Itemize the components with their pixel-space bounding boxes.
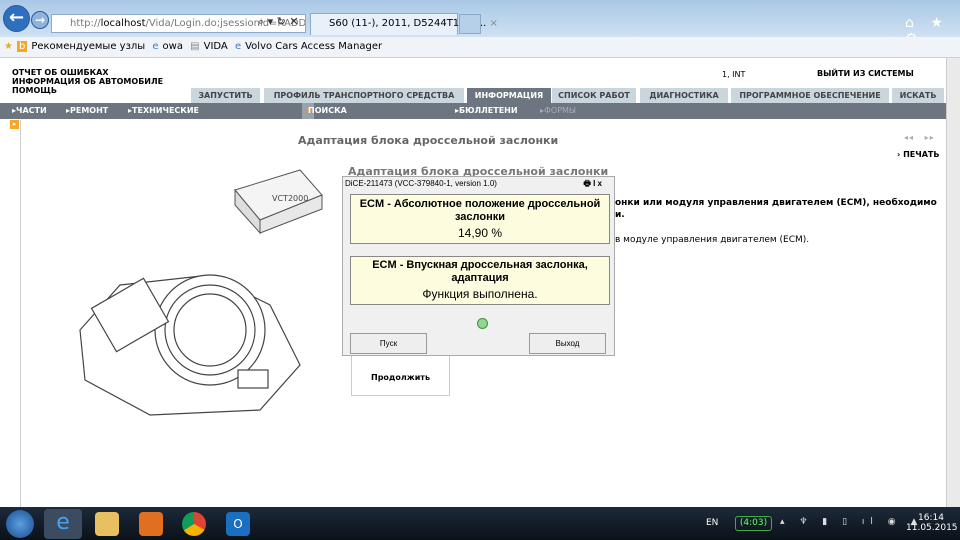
- next-icon[interactable]: ▸▸: [925, 133, 935, 142]
- tab-search[interactable]: ИСКАТЬ: [892, 88, 944, 103]
- continue-button[interactable]: Продолжить: [351, 355, 450, 396]
- close-tab-icon[interactable]: ×: [490, 18, 498, 29]
- exit-button[interactable]: Выход: [529, 333, 606, 354]
- subnav-bulletins[interactable]: ▸ БЮЛЛЕТЕНИ: [455, 103, 518, 119]
- fav-item[interactable]: Рекомендуемые узлы: [31, 41, 145, 52]
- subnav-tech-data[interactable]: ▸ ТЕХНИЧЕСКИЕ ДАННЫЕ ПРОДУКТА: [128, 103, 199, 147]
- throttle-body-image: [79, 274, 301, 416]
- browser-tab[interactable]: S60 (11-), 2011, D5244T10, T... ×: [310, 13, 498, 35]
- ecu-module-image: VCT2000: [234, 169, 323, 235]
- new-tab-button[interactable]: [459, 14, 481, 34]
- tree-toggle-icon[interactable]: ▸: [10, 120, 19, 129]
- ie-taskbar-icon[interactable]: e: [44, 509, 82, 539]
- start-button[interactable]: Пуск: [350, 333, 427, 354]
- print-label: ПЕЧАТЬ: [903, 150, 940, 159]
- adaptation-box: ECM - Впускная дроссельная заслонка, ада…: [350, 256, 610, 305]
- fav-item[interactable]: VIDA: [204, 41, 228, 52]
- dialog-titlebar[interactable]: DiCE-211473 (VCC-379840-1, version 1.0) 🖶…: [343, 177, 614, 190]
- box1-title: ECM - Абсолютное положение дроссельной з…: [359, 198, 601, 223]
- dialog-controls-icons[interactable]: 🖶 I x: [583, 177, 602, 190]
- subnav-troubleshooting[interactable]: ▸ ПОИСКА НЕИСПРАВНОСТЕЙ: [302, 103, 395, 131]
- browser-toolbar: ← → http://localhost/Vida/Login.do;jsess…: [0, 0, 960, 47]
- status-indicator: [477, 318, 488, 329]
- tab-software[interactable]: ПРОГРАММНОЕ ОБЕСПЕЧЕНИЕ: [731, 88, 889, 103]
- fav-item[interactable]: owa: [163, 41, 183, 52]
- print-link[interactable]: › ПЕЧАТЬ: [897, 150, 939, 159]
- clock-time: 16:14: [918, 513, 944, 523]
- address-actions[interactable]: ⌕ ▾ ↻ ✕: [258, 15, 299, 29]
- favorites-star-icon[interactable]: ★: [4, 41, 13, 52]
- subnav-label: ЧАСТИ: [16, 106, 47, 115]
- tab-vehicle-profile[interactable]: ПРОФИЛЬ ТРАНСПОРТНОГО СРЕДСТВА: [264, 88, 464, 103]
- tab-job-list[interactable]: СПИСОК РАБОТ: [552, 88, 636, 103]
- tab-information[interactable]: ИНФОРМАЦИЯ: [467, 88, 551, 103]
- user-label: 1, INT: [722, 70, 746, 79]
- url-host: localhost: [100, 18, 146, 29]
- box2-value: Функция выполнена.: [422, 287, 538, 301]
- box1-value: 14,90 %: [457, 226, 503, 240]
- favorites-bar: ★ b Рекомендуемые узлы e owa ▤ VIDA e Volvo C…: [0, 37, 960, 58]
- header-link-help[interactable]: ПОМОЩЬ: [12, 86, 57, 96]
- tray-icons[interactable]: ▴ ♆ ▮ ▯ ıl ◉ ▲: [780, 517, 923, 527]
- ie-icon: e: [234, 41, 242, 52]
- clock-date: 11.05.2015: [906, 523, 958, 533]
- subnav-label: ФОРМЫ: [544, 106, 576, 115]
- instruction-text: в модуле управления двигателем (ECM).: [615, 235, 810, 245]
- fav-item[interactable]: Volvo Cars Access Manager: [245, 41, 382, 52]
- clock[interactable]: 16:14 11.05.2015: [906, 513, 958, 533]
- instruction-bold-1: онки или модуля управления двигателем (E…: [615, 198, 937, 208]
- forward-button[interactable]: →: [31, 11, 49, 29]
- subnav-label: БЮЛЛЕТЕНИ: [459, 106, 518, 115]
- svg-text:VCT2000: VCT2000: [272, 194, 308, 203]
- divider: [20, 120, 21, 507]
- subnav-label: ТЕХНИЧЕСКИЕ ДАННЫЕ ПРОДУКТА: [132, 106, 199, 147]
- throttle-position-box: ECM - Абсолютное положение дроссельной з…: [350, 194, 610, 244]
- subnav-label: РЕМОНТ: [70, 106, 109, 115]
- throttle-illustration: VCT2000: [79, 169, 323, 416]
- tab-diagnostics[interactable]: ДИАГНОСТИКА: [640, 88, 728, 103]
- prev-icon[interactable]: ◂◂: [904, 133, 914, 142]
- media-player-taskbar-icon[interactable]: [139, 512, 163, 536]
- dice-dialog: DiCE-211473 (VCC-379840-1, version 1.0) 🖶…: [342, 176, 615, 356]
- chrome-taskbar-icon[interactable]: [182, 512, 206, 536]
- bing-icon: b: [16, 41, 28, 52]
- ie-icon: e: [152, 41, 159, 52]
- subnav-repair[interactable]: ▸ РЕМОНТ: [66, 103, 108, 119]
- scrollbar[interactable]: [946, 58, 960, 507]
- dialog-title: DiCE-211473 (VCC-379840-1, version 1.0): [345, 179, 497, 188]
- subnav-label: ПОИСКА НЕИСПРАВНОСТЕЙ: [308, 106, 395, 131]
- page-title: Адаптация блока дроссельной заслонки: [298, 134, 559, 147]
- box2-title: ECM - Впускная дроссельная заслонка, ада…: [372, 259, 588, 284]
- explorer-taskbar-icon[interactable]: [95, 512, 119, 536]
- url-prefix: http://: [70, 18, 101, 29]
- language-indicator[interactable]: EN: [706, 518, 718, 528]
- outlook-taskbar-icon[interactable]: O: [226, 512, 250, 536]
- page-icon: ▤: [190, 41, 200, 52]
- back-button[interactable]: ←: [3, 5, 30, 32]
- instruction-bold-2: и.: [615, 210, 625, 220]
- subnav-bar: ▸ ЧАСТИ ▸ РЕМОНТ ▸ ТЕХНИЧЕСКИЕ ДАННЫЕ ПР…: [0, 103, 946, 147]
- start-button-icon[interactable]: [6, 510, 34, 538]
- battery-indicator[interactable]: (4:03): [735, 516, 772, 531]
- tab-start[interactable]: ЗАПУСТИТЬ: [191, 88, 260, 103]
- subnav-forms[interactable]: ▸ ФОРМЫ: [540, 103, 576, 119]
- logout-link[interactable]: ВЫЙТИ ИЗ СИСТЕМЫ: [817, 69, 914, 78]
- subnav-parts[interactable]: ▸ ЧАСТИ: [12, 103, 47, 119]
